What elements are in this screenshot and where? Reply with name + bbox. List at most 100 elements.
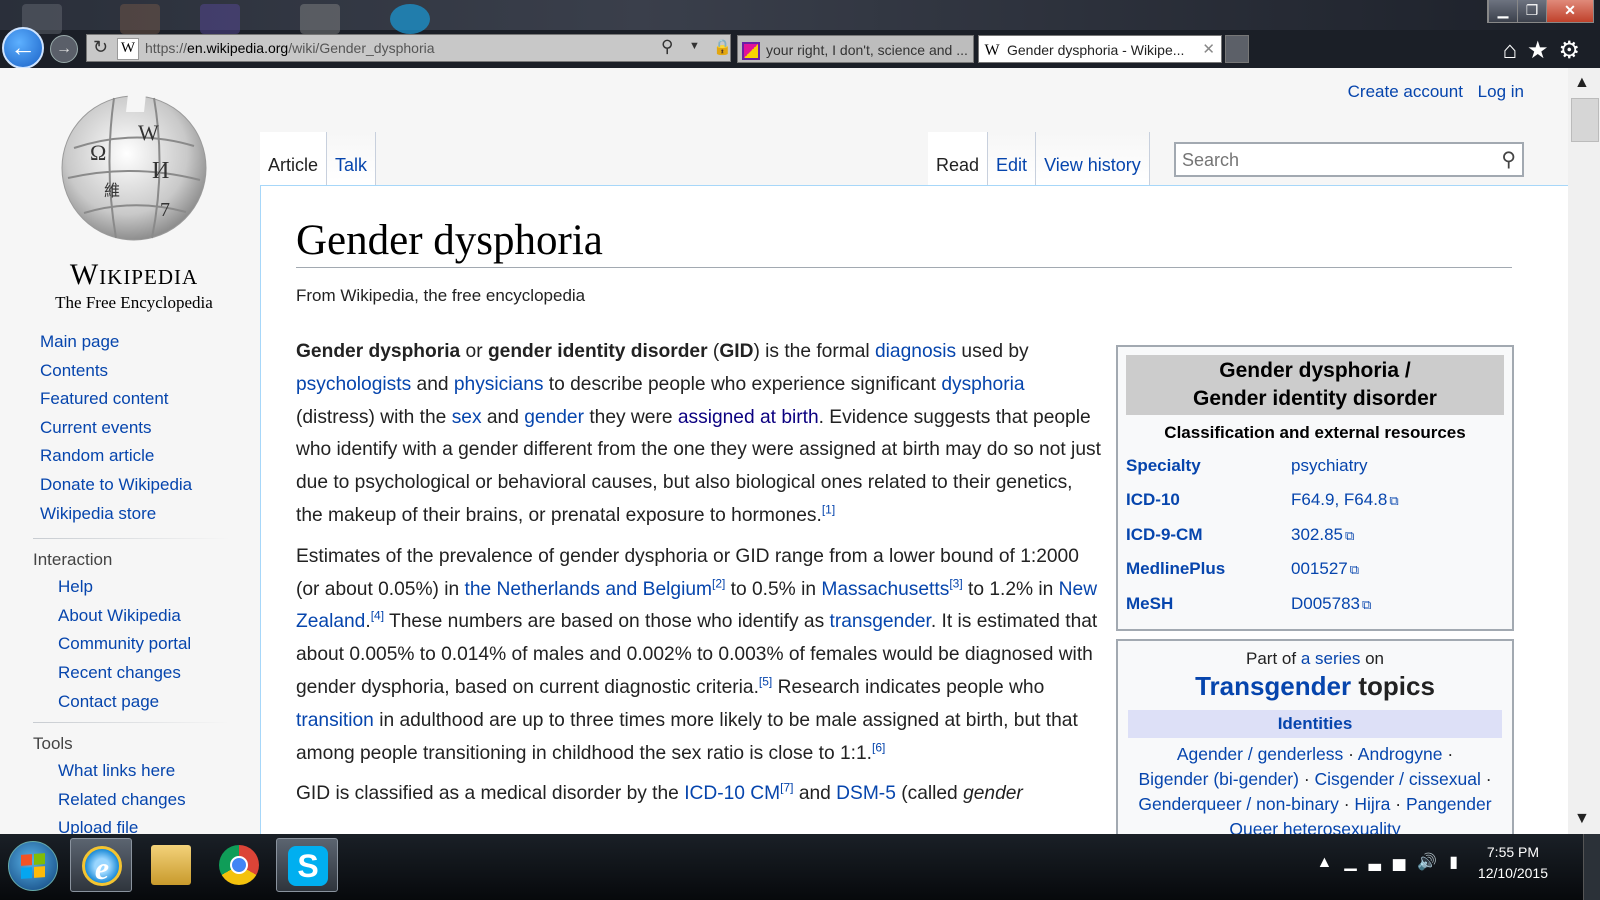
- sidebar-item-store[interactable]: Wikipedia store: [0, 500, 260, 529]
- infobox-key[interactable]: Specialty: [1126, 449, 1291, 483]
- link-transition[interactable]: transition: [296, 710, 374, 731]
- minimize-button[interactable]: ▁: [1488, 0, 1517, 22]
- forward-button[interactable]: →: [50, 35, 78, 63]
- link-transgender[interactable]: transgender: [830, 611, 931, 632]
- lock-icon[interactable]: 🔒: [713, 38, 732, 56]
- dropdown-arrow-icon[interactable]: ▼: [689, 40, 700, 52]
- link-transgender-topic[interactable]: Transgender: [1195, 671, 1351, 701]
- browser-tab[interactable]: your right, I don't, science and ...: [737, 35, 974, 63]
- sidebar-item-recent-changes[interactable]: Recent changes: [0, 659, 260, 688]
- vertical-scrollbar[interactable]: ▲ ▼: [1568, 68, 1600, 834]
- search-input[interactable]: [1176, 144, 1484, 176]
- start-button[interactable]: [8, 841, 58, 891]
- search-icon[interactable]: ⚲: [661, 37, 673, 57]
- infobox-value[interactable]: psychiatry: [1291, 449, 1368, 483]
- infobox-key[interactable]: MedlinePlus: [1126, 552, 1291, 586]
- signal-icon[interactable]: ▁▃▅: [1344, 854, 1417, 871]
- clock[interactable]: 7:55 PM 12/10/2015: [1478, 842, 1548, 884]
- taskbar-file-explorer[interactable]: [140, 838, 202, 892]
- scrollbar-thumb[interactable]: [1571, 98, 1599, 142]
- sidebar-item-donate[interactable]: Donate to Wikipedia: [0, 471, 260, 500]
- tab-edit[interactable]: Edit: [988, 132, 1037, 186]
- address-bar[interactable]: ↻ W https://en.wikipedia.org/wiki/Gender…: [86, 34, 732, 62]
- series-link[interactable]: Queer heterosexuality: [1229, 819, 1400, 834]
- wiki-search-box[interactable]: ⚲: [1174, 142, 1524, 177]
- link-massachusetts[interactable]: Massachusetts: [821, 579, 949, 600]
- restore-button[interactable]: ❐: [1517, 0, 1546, 22]
- infobox-value[interactable]: D005783 ⧉: [1291, 587, 1371, 621]
- battery-icon[interactable]: ▮: [1449, 854, 1470, 871]
- citation-ref[interactable]: [6]: [872, 740, 885, 754]
- link-netherlands-belgium[interactable]: the Netherlands and Belgium: [465, 579, 712, 600]
- series-link[interactable]: Hijra: [1354, 794, 1390, 814]
- series-link[interactable]: Pangender: [1406, 794, 1492, 814]
- link-physicians[interactable]: physicians: [454, 374, 544, 395]
- series-link[interactable]: Agender / genderless: [1177, 744, 1343, 764]
- sidebar-item-related-changes[interactable]: Related changes: [0, 786, 260, 815]
- sidebar-item-upload-file[interactable]: Upload file: [0, 814, 260, 834]
- sidebar-item-what-links-here[interactable]: What links here: [0, 757, 260, 786]
- close-window-button[interactable]: ✕: [1546, 0, 1593, 22]
- link-psychologists[interactable]: psychologists: [296, 374, 411, 395]
- sidebar-heading-interaction[interactable]: Interaction: [0, 545, 260, 573]
- citation-ref[interactable]: [2]: [712, 576, 725, 590]
- link-sex[interactable]: sex: [452, 407, 482, 428]
- citation-ref[interactable]: [3]: [949, 576, 962, 590]
- link-dsm-5[interactable]: DSM-5: [836, 783, 896, 804]
- sidebar-item-main-page[interactable]: Main page: [0, 328, 260, 357]
- show-desktop-button[interactable]: [1583, 834, 1600, 900]
- favorites-star-icon[interactable]: ★: [1527, 37, 1559, 64]
- search-icon[interactable]: ⚲: [1501, 147, 1516, 172]
- link-gender[interactable]: gender: [524, 407, 584, 428]
- tab-talk[interactable]: Talk: [327, 132, 377, 186]
- series-link[interactable]: Bigender (bi-gender): [1138, 769, 1299, 789]
- scroll-down-arrow-icon[interactable]: ▼: [1574, 810, 1590, 828]
- link-diagnosis[interactable]: diagnosis: [875, 341, 956, 362]
- infobox-key[interactable]: ICD-10: [1126, 483, 1291, 517]
- infobox-key[interactable]: MeSH: [1126, 587, 1291, 621]
- series-link[interactable]: Genderqueer / non-binary: [1138, 794, 1338, 814]
- refresh-icon[interactable]: ↻: [93, 37, 108, 58]
- series-link[interactable]: Androgyne: [1358, 744, 1443, 764]
- url-text[interactable]: https://en.wikipedia.org/wiki/Gender_dys…: [145, 40, 435, 56]
- taskbar-chrome[interactable]: [208, 838, 270, 892]
- tab-read[interactable]: Read: [928, 132, 989, 186]
- gear-icon[interactable]: ⚙: [1558, 37, 1590, 64]
- sidebar-item-contents[interactable]: Contents: [0, 357, 260, 386]
- link-a-series[interactable]: a series: [1301, 649, 1361, 668]
- sidebar-item-community-portal[interactable]: Community portal: [0, 630, 260, 659]
- browser-tab-active[interactable]: W Gender dysphoria - Wikipe... ✕: [978, 35, 1222, 63]
- create-account-link[interactable]: Create account: [1348, 82, 1463, 101]
- citation-ref[interactable]: [4]: [371, 609, 384, 623]
- sidebar-item-contact-page[interactable]: Contact page: [0, 688, 260, 717]
- new-tab-button[interactable]: [1225, 35, 1249, 63]
- series-link[interactable]: Cisgender / cissexual: [1315, 769, 1481, 789]
- infobox-value[interactable]: 001527 ⧉: [1291, 552, 1359, 586]
- sidebar-item-featured-content[interactable]: Featured content: [0, 385, 260, 414]
- tab-view-history[interactable]: View history: [1036, 132, 1150, 186]
- sidebar-item-random-article[interactable]: Random article: [0, 442, 260, 471]
- infobox-value[interactable]: F64.9, F64.8 ⧉: [1291, 483, 1399, 517]
- sidebar-item-about[interactable]: About Wikipedia: [0, 602, 260, 631]
- citation-ref[interactable]: [1]: [822, 503, 835, 517]
- infobox-value[interactable]: 302.85 ⧉: [1291, 518, 1354, 552]
- show-hidden-icon[interactable]: ▲: [1317, 854, 1345, 871]
- taskbar-skype[interactable]: S: [276, 838, 338, 892]
- series-section-identities[interactable]: Identities: [1128, 710, 1502, 738]
- scroll-up-arrow-icon[interactable]: ▲: [1574, 74, 1590, 92]
- log-in-link[interactable]: Log in: [1478, 82, 1524, 101]
- infobox-key[interactable]: ICD-9-CM: [1126, 518, 1291, 552]
- citation-ref[interactable]: [5]: [759, 675, 772, 689]
- volume-icon[interactable]: 🔊: [1417, 854, 1449, 871]
- sidebar-item-current-events[interactable]: Current events: [0, 414, 260, 443]
- link-assigned-at-birth[interactable]: assigned at birth: [678, 407, 819, 428]
- sidebar-heading-tools[interactable]: Tools: [0, 729, 260, 757]
- home-icon[interactable]: ⌂: [1502, 37, 1527, 64]
- close-tab-icon[interactable]: ✕: [1202, 36, 1215, 62]
- link-dysphoria[interactable]: dysphoria: [941, 374, 1024, 395]
- sidebar-item-help[interactable]: Help: [0, 573, 260, 602]
- tab-article[interactable]: Article: [260, 132, 328, 186]
- taskbar-internet-explorer[interactable]: e: [70, 838, 132, 892]
- citation-ref[interactable]: [7]: [780, 781, 793, 795]
- link-icd-10-cm[interactable]: ICD-10 CM: [684, 783, 780, 804]
